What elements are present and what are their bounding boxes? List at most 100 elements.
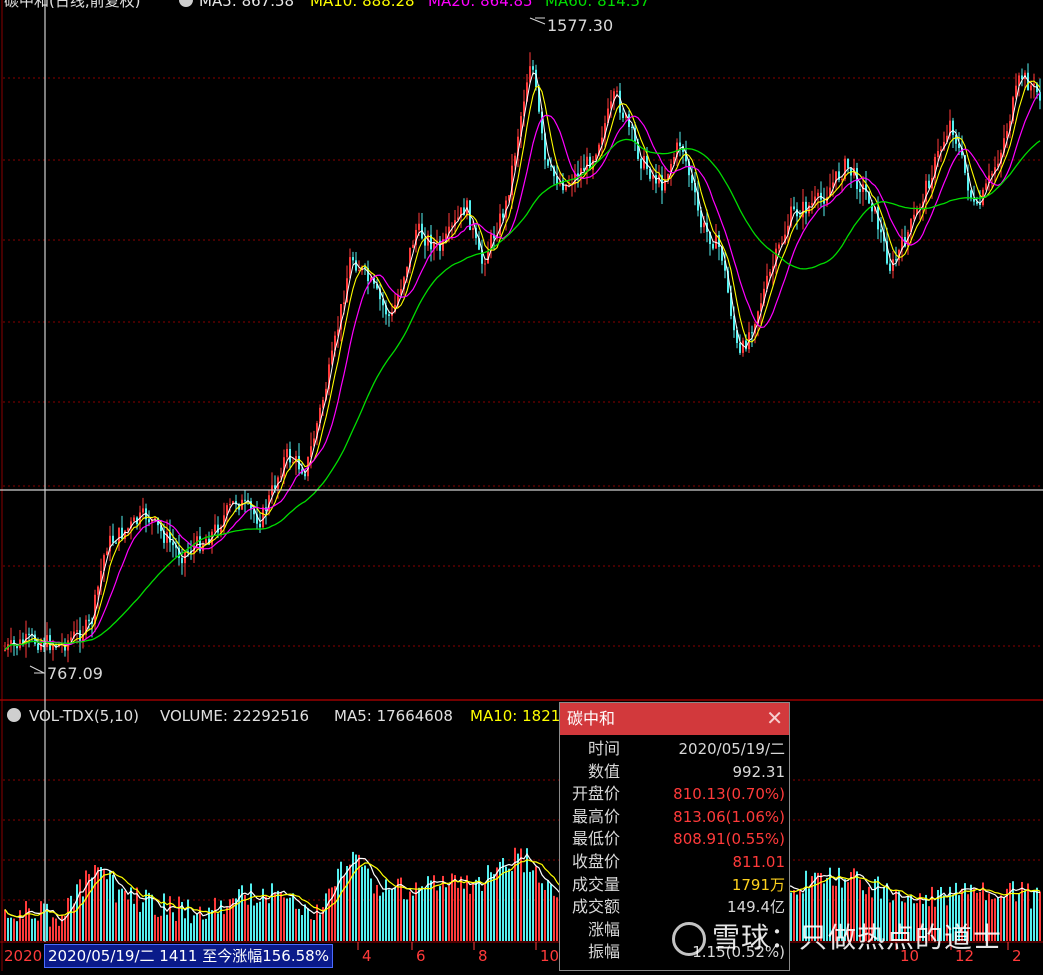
volume-bar <box>328 888 330 941</box>
volume-bar <box>499 861 501 941</box>
tooltip-row-value: 992.31 <box>732 762 786 781</box>
volume-bar <box>277 890 279 941</box>
tooltip-row-key: 时间 <box>587 739 620 758</box>
volume-bar <box>346 866 348 941</box>
candle-body <box>712 244 714 249</box>
volume-bar <box>1003 897 1005 941</box>
volume-bar <box>190 923 192 941</box>
close-icon[interactable]: ✕ <box>766 703 783 733</box>
tooltip-row-key: 收盘价 <box>571 851 620 871</box>
candle-body <box>484 263 486 265</box>
xueqiu-logo-icon <box>672 922 706 956</box>
candle-body <box>214 524 216 532</box>
header-ma10: MA10: 888.28 <box>310 0 415 10</box>
kline-chart-window[interactable]: 碳中和(日线,前复权) MA5: 867.58 MA10: 888.28 MA2… <box>0 0 1043 971</box>
volume-bar <box>313 920 315 941</box>
candle-body <box>586 156 588 171</box>
kline-chart-canvas[interactable]: 碳中和(日线,前复权) MA5: 867.58 MA10: 888.28 MA2… <box>0 0 1043 971</box>
volume-bar <box>157 916 159 941</box>
volume-bar <box>343 875 345 941</box>
volume-bar <box>37 920 39 941</box>
tooltip-header[interactable]: 碳中和 ✕ <box>560 703 789 735</box>
volume-bar <box>130 887 132 941</box>
candle-body <box>547 159 549 166</box>
tooltip-row-key: 数值 <box>587 761 620 781</box>
volume-bar <box>448 885 450 941</box>
volume-bar <box>178 896 180 941</box>
volume-bar <box>445 887 447 941</box>
collapse-icon[interactable] <box>179 0 193 7</box>
candle-body <box>142 508 144 513</box>
volume-bar <box>502 857 504 941</box>
volume-bar <box>13 918 15 941</box>
candle-body <box>970 190 972 198</box>
candle-body <box>79 630 81 641</box>
volume-bar <box>391 889 393 941</box>
candle-body <box>769 271 771 276</box>
tooltip-row-key: 成交量 <box>571 874 620 894</box>
volume-bar <box>184 918 186 941</box>
volume-bar <box>103 868 105 941</box>
volume-bar <box>361 866 363 941</box>
high-marker <box>529 17 546 25</box>
candle-body <box>739 343 741 353</box>
candle-body <box>532 66 534 70</box>
volume-bar <box>67 897 69 941</box>
volume-bar <box>268 903 270 941</box>
candle-body <box>622 112 624 118</box>
volume-collapse-icon[interactable] <box>7 708 21 722</box>
volume-bar <box>226 907 228 941</box>
volume-ma5: MA5: 17664608 <box>334 707 453 725</box>
tooltip-row-value: 810.13(0.70%) <box>673 785 785 804</box>
volume-bar <box>214 897 216 941</box>
candle-body <box>112 535 114 543</box>
volume-bar <box>253 905 255 941</box>
volume-bar <box>367 868 369 941</box>
tooltip-row: 成交量 1791万 <box>560 874 789 897</box>
candle-body <box>88 619 90 622</box>
tooltip-row-value: 813.06(1.06%) <box>673 807 785 826</box>
volume-bar <box>259 901 261 941</box>
candle-body <box>514 155 516 166</box>
volume-bar <box>187 899 189 941</box>
volume-bar <box>139 911 141 941</box>
candle-body <box>472 228 474 230</box>
candle-body <box>388 314 390 316</box>
volume-bar <box>532 870 534 941</box>
volume-value: VOLUME: 22292516 <box>160 707 309 725</box>
candle-body <box>871 203 873 212</box>
candle-body <box>778 244 780 249</box>
volume-bar <box>58 925 60 941</box>
price-ma-lines <box>4 72 1041 651</box>
volume-bar <box>52 917 54 941</box>
volume-bar <box>289 897 291 941</box>
volume-bar <box>373 893 375 941</box>
volume-bar <box>430 880 432 941</box>
volume-bar <box>490 872 492 941</box>
volume-bar <box>481 890 483 941</box>
candle-body <box>412 244 414 248</box>
volume-bar <box>487 865 489 941</box>
volume-bar <box>508 868 510 941</box>
volume-bar <box>106 879 108 941</box>
ma-line <box>4 138 1041 651</box>
candle-body <box>355 260 357 271</box>
x-tick-label: 4 <box>362 947 372 965</box>
candle-body <box>817 192 819 197</box>
volume-bar <box>436 890 438 941</box>
volume-bar <box>382 892 384 941</box>
volume-bar <box>511 871 513 941</box>
volume-bar <box>112 874 114 941</box>
volume-bar <box>517 853 519 941</box>
candle-body <box>244 499 246 501</box>
volume-bar <box>124 890 126 941</box>
volume-bar <box>433 875 435 941</box>
volume-bar <box>538 882 540 941</box>
volume-bar <box>280 892 282 941</box>
volume-bar <box>484 884 486 941</box>
low-price-label: 767.09 <box>47 664 103 683</box>
candle-body <box>37 643 39 650</box>
tooltip-row-key: 振幅 <box>587 942 620 962</box>
volume-bar <box>406 899 408 941</box>
candle-body <box>631 126 633 128</box>
